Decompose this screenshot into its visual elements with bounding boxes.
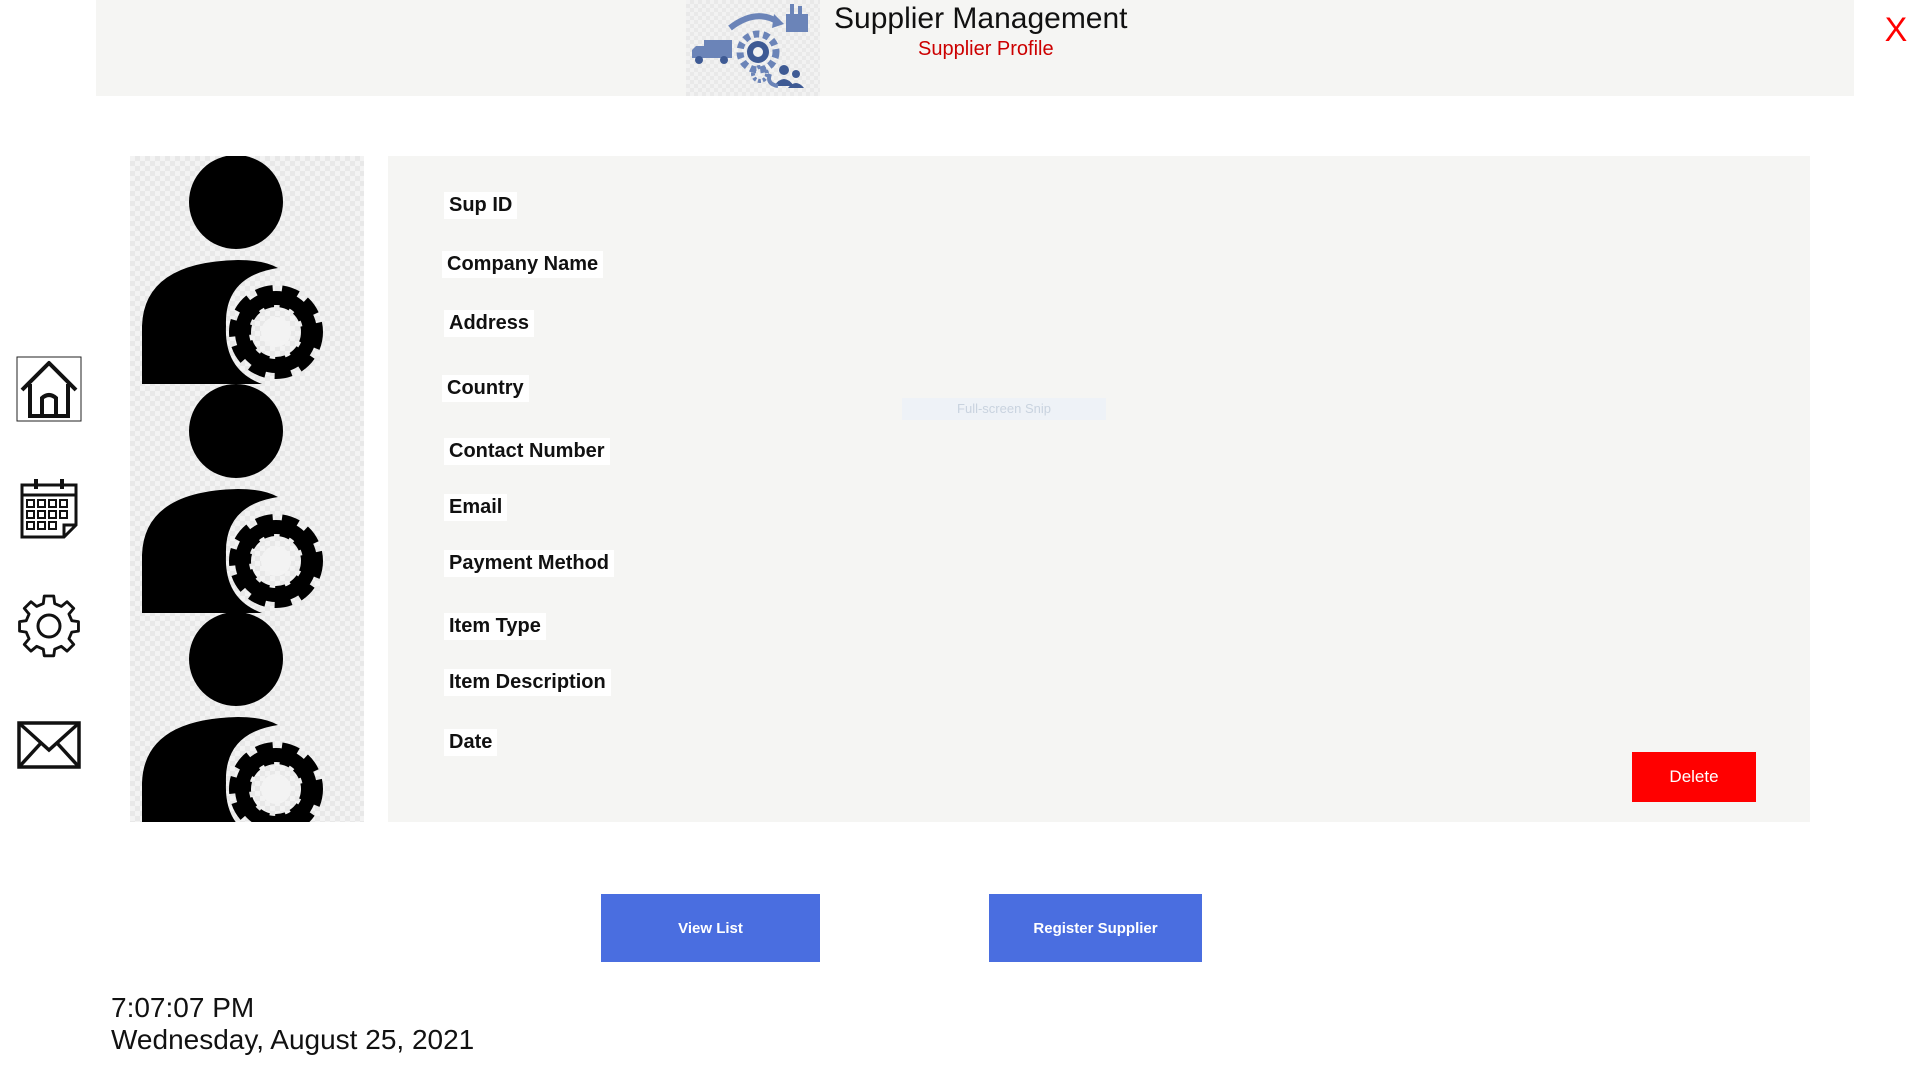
register-supplier-button[interactable]: Register Supplier: [989, 894, 1202, 962]
email-label: Email: [444, 494, 508, 521]
calendar-icon: [20, 479, 78, 539]
page-title: Supplier Management: [834, 2, 1128, 35]
page-subtitle: Supplier Profile: [918, 38, 1054, 60]
home-button[interactable]: [16, 356, 82, 422]
user-settings-icon: [130, 156, 364, 822]
view-list-button[interactable]: View List: [601, 894, 820, 962]
address-label: Address: [444, 310, 535, 337]
date-label: Date: [444, 729, 498, 756]
gear-icon: [18, 594, 80, 658]
clock-display: 7:07:07 PM Wednesday, August 25, 2021: [111, 992, 474, 1056]
mail-button[interactable]: [16, 712, 82, 778]
company-name-label: Company Name: [442, 251, 604, 278]
home-icon: [16, 356, 82, 422]
contact-number-label: Contact Number: [444, 438, 610, 465]
supplier-logistics-logo-icon: [686, 0, 820, 96]
item-type-label: Item Type: [444, 613, 546, 640]
delete-button[interactable]: Delete: [1632, 752, 1756, 802]
close-button[interactable]: X: [1880, 8, 1912, 52]
clock-time: 7:07:07 PM: [111, 992, 255, 1023]
snip-hint-overlay: Full-screen Snip: [902, 398, 1106, 420]
country-label: Country: [442, 375, 529, 402]
user-settings-illustration: [130, 156, 364, 822]
payment-method-label: Payment Method: [444, 550, 615, 577]
sup-id-label: Sup ID: [444, 192, 518, 219]
header-bar: Supplier Management Supplier Profile: [96, 0, 1854, 96]
item-description-label: Item Description: [444, 669, 611, 696]
calendar-button[interactable]: [16, 475, 82, 541]
clock-date: Wednesday, August 25, 2021: [111, 1024, 475, 1055]
supplier-profile-panel: Sup ID Company Name Address Country Cont…: [388, 156, 1810, 822]
mail-icon: [17, 721, 81, 769]
supplier-profile-window: Supplier Management Supplier Profile X S…: [0, 0, 1920, 1080]
settings-button[interactable]: [16, 593, 82, 659]
